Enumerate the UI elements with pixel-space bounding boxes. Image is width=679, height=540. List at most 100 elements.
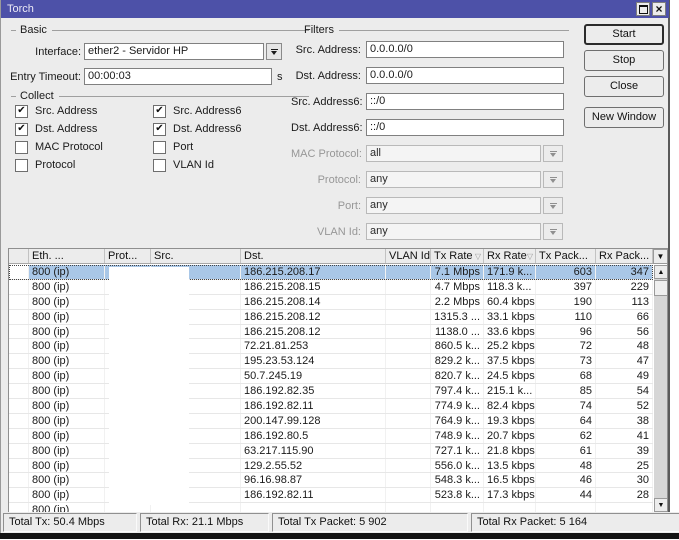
scroll-up-icon[interactable]: ▲ xyxy=(654,265,667,279)
column-header[interactable] xyxy=(9,249,29,263)
scrollbar-thumb[interactable] xyxy=(654,280,667,296)
checkbox-checked-icon[interactable] xyxy=(15,104,28,118)
column-header[interactable]: Prot... xyxy=(105,249,151,263)
filter-dropdown[interactable]: any xyxy=(366,171,541,188)
table-row[interactable]: 800 (ip) 186.192.82.11 523.8 k... 17.3 kbps… xyxy=(9,488,653,504)
table-cell xyxy=(386,413,431,428)
table-cell xyxy=(9,369,29,384)
table-row[interactable]: 800 (ip) 129.2.55.52 556.0 k... 13.5 kbps 48… xyxy=(9,458,653,474)
start-button[interactable]: Start xyxy=(584,24,664,45)
dropdown-arrow-icon[interactable] xyxy=(543,197,563,214)
table-cell: 66 xyxy=(596,309,653,324)
table-cell: 39 xyxy=(596,443,653,458)
filter-input[interactable]: 0.0.0.0/0 xyxy=(366,67,564,84)
column-header[interactable]: Dst. xyxy=(241,249,386,263)
checkbox-unchecked-icon[interactable] xyxy=(153,158,166,172)
column-header[interactable]: Eth. ... xyxy=(29,249,105,263)
stop-button[interactable]: Stop xyxy=(584,50,664,71)
column-header[interactable]: Rx Rate ▽ xyxy=(484,249,536,263)
screen: Torch Basic Interface: ether2 - Servidor… xyxy=(0,0,679,540)
table-cell: 63.217.115.90 xyxy=(241,443,386,458)
table-cell: 50.7.245.19 xyxy=(241,369,386,384)
column-header[interactable]: Tx Rate ▽ xyxy=(431,249,484,263)
dropdown-arrow-icon[interactable] xyxy=(543,171,563,188)
filter-input[interactable]: ::/0 xyxy=(366,93,564,110)
table-cell: 25.2 kbps xyxy=(484,339,536,354)
close-icon[interactable] xyxy=(652,2,666,16)
bottom-edge-strip xyxy=(0,533,679,539)
table-cell: 347 xyxy=(596,265,653,279)
table-row[interactable]: 800 (ip) 186.192.82.35 797.4 k... 215.1 k..… xyxy=(9,384,653,400)
checkbox-checked-icon[interactable] xyxy=(153,122,166,136)
filter-dropdown[interactable]: any xyxy=(366,223,541,240)
checkbox-unchecked-icon[interactable] xyxy=(15,140,28,154)
table-cell: 764.9 k... xyxy=(431,413,484,428)
table-cell: 41 xyxy=(596,428,653,443)
vertical-scrollbar[interactable]: ▲ ▼ xyxy=(654,265,667,512)
window-titlebar[interactable]: Torch xyxy=(1,0,669,18)
table-row[interactable]: 800 (ip) 186.215.208.12 1315.3 ... 33.1 kbp… xyxy=(9,309,653,325)
column-select-icon[interactable]: ▼ xyxy=(653,249,667,264)
torch-results-table: Eth. ... Prot... Src. Dst. VLAN Id Tx Rate ▽ Rx… xyxy=(8,248,668,512)
checkbox-label: Src. Address6 xyxy=(173,105,242,117)
table-row[interactable]: 800 (ip) 200.147.99.128 764.9 k... 19.3 kbp… xyxy=(9,413,653,429)
checkbox-unchecked-icon[interactable] xyxy=(153,140,166,154)
table-row[interactable]: 800 (ip) 186.215.208.12 1138.0 ... 33.6 kbp… xyxy=(9,324,653,340)
dropdown-arrow-icon[interactable] xyxy=(543,145,563,162)
table-cell xyxy=(241,503,386,512)
filter-dropdown[interactable]: any xyxy=(366,197,541,214)
checkbox-unchecked-icon[interactable] xyxy=(15,158,28,172)
collect-checkbox-row[interactable]: VLAN Id xyxy=(153,156,241,174)
table-cell: 13.5 kbps xyxy=(484,458,536,473)
scroll-down-icon[interactable]: ▼ xyxy=(654,498,667,512)
filter-input[interactable]: ::/0 xyxy=(366,119,564,136)
table-cell: 96.16.98.87 xyxy=(241,473,386,488)
column-header[interactable]: Rx Pack... xyxy=(596,249,653,263)
table-cell: 171.9 k... xyxy=(484,265,536,279)
total-rx-status: Total Rx: 21.1 Mbps xyxy=(140,513,269,532)
table-cell: 54 xyxy=(596,384,653,399)
table-row[interactable]: 800 (ip) 96.16.98.87 548.3 k... 16.5 kbps 46… xyxy=(9,473,653,489)
collect-checkbox-row[interactable]: MAC Protocol xyxy=(15,138,103,156)
interface-input[interactable]: ether2 - Servidor HP xyxy=(84,43,264,60)
table-row[interactable]: 800 (ip) 186.215.208.15 4.7 Mbps 118.3 k...… xyxy=(9,279,653,295)
collect-checkbox-row[interactable]: Src. Address6 xyxy=(153,102,241,120)
checkbox-checked-icon[interactable] xyxy=(15,122,28,136)
collect-checkbox-row[interactable]: Protocol xyxy=(15,156,103,174)
table-row[interactable]: 800 (ip) xyxy=(9,503,653,512)
table-cell: 215.1 k... xyxy=(484,384,536,399)
dropdown-arrow-icon[interactable] xyxy=(543,223,563,240)
close-button[interactable]: Close xyxy=(584,76,664,97)
checkbox-checked-icon[interactable] xyxy=(153,104,166,118)
table-cell: 19.3 kbps xyxy=(484,413,536,428)
column-header[interactable]: VLAN Id xyxy=(386,249,431,263)
filter-dropdown[interactable]: all xyxy=(366,145,541,162)
table-cell: 800 (ip) xyxy=(29,354,105,369)
table-cell: 28 xyxy=(596,488,653,503)
filter-input[interactable]: 0.0.0.0/0 xyxy=(366,41,564,58)
table-row[interactable]: 800 (ip) 186.192.80.5 748.9 k... 20.7 kbps 6… xyxy=(9,428,653,444)
table-cell xyxy=(386,399,431,413)
table-row[interactable]: 800 (ip) 186.192.82.11 774.9 k... 82.4 kbps… xyxy=(9,399,653,414)
entry-timeout-input[interactable]: 00:00:03 xyxy=(84,68,272,85)
table-cell: 860.5 k... xyxy=(431,339,484,354)
column-header[interactable]: Tx Pack... xyxy=(536,249,596,263)
table-cell xyxy=(386,488,431,503)
table-row[interactable]: 800 (ip) 195.23.53.124 829.2 k... 37.5 kbps… xyxy=(9,354,653,370)
collect-checkbox-row[interactable]: Src. Address xyxy=(15,102,103,120)
checkbox-label: Src. Address xyxy=(35,105,98,117)
maximize-icon[interactable] xyxy=(636,2,650,16)
filter-label: MAC Protocol: xyxy=(291,147,362,160)
interface-dropdown-icon[interactable] xyxy=(266,43,282,60)
collect-checkbox-row[interactable]: Dst. Address xyxy=(15,120,103,138)
table-row[interactable]: 800 (ip) 186.215.208.14 2.2 Mbps 60.4 kbps 1… xyxy=(9,294,653,310)
collect-checkbox-row[interactable]: Port xyxy=(153,138,241,156)
table-row[interactable]: 800 (ip) 72.21.81.253 860.5 k... 25.2 kbps 7… xyxy=(9,339,653,355)
table-cell: 800 (ip) xyxy=(29,503,105,512)
collect-checkbox-row[interactable]: Dst. Address6 xyxy=(153,120,241,138)
column-header[interactable]: Src. xyxy=(151,249,241,263)
table-row[interactable]: 800 (ip) 50.7.245.19 820.7 k... 24.5 kbps 68… xyxy=(9,369,653,385)
table-row[interactable]: 800 (ip) 63.217.115.90 727.1 k... 21.8 kbps… xyxy=(9,443,653,459)
table-row[interactable]: 800 (ip) 186.215.208.17 7.1 Mbps 171.9 k...… xyxy=(9,265,653,280)
new-window-button[interactable]: New Window xyxy=(584,107,664,128)
